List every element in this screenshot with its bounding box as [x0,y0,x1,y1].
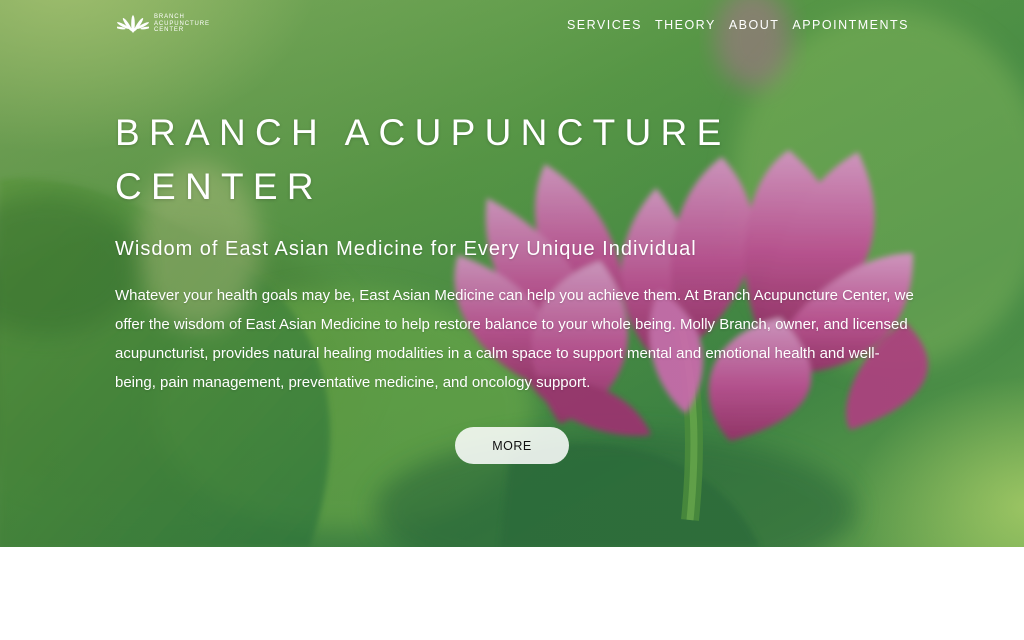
logo-line-3: CENTER [154,27,185,34]
hero-section: BRANCH ACUPUNCTURE CENTER SERVICES THEOR… [0,0,1024,547]
logo-text: BRANCH ACUPUNCTURE CENTER [154,14,210,33]
lotus-logo-icon [117,15,149,33]
main-menu: SERVICES THEORY ABOUT APPOINTMENTS [554,18,909,33]
hero-overlay [0,0,1024,547]
nav-theory-link[interactable]: THEORY [655,18,716,33]
more-button[interactable]: MORE [455,427,569,464]
top-navigation: BRANCH ACUPUNCTURE CENTER SERVICES THEOR… [0,0,1024,50]
hero-subtitle: Wisdom of East Asian Medicine for Every … [115,238,697,260]
nav-about-link[interactable]: ABOUT [729,18,780,33]
nav-appointments-link[interactable]: APPOINTMENTS [792,18,909,33]
hero-description: Whatever your health goals may be, East … [115,287,914,391]
hero-title: BRANCH ACUPUNCTURE CENTER [115,112,731,207]
nav-services-link[interactable]: SERVICES [567,18,642,33]
site-logo-link[interactable]: BRANCH ACUPUNCTURE CENTER [117,12,210,36]
